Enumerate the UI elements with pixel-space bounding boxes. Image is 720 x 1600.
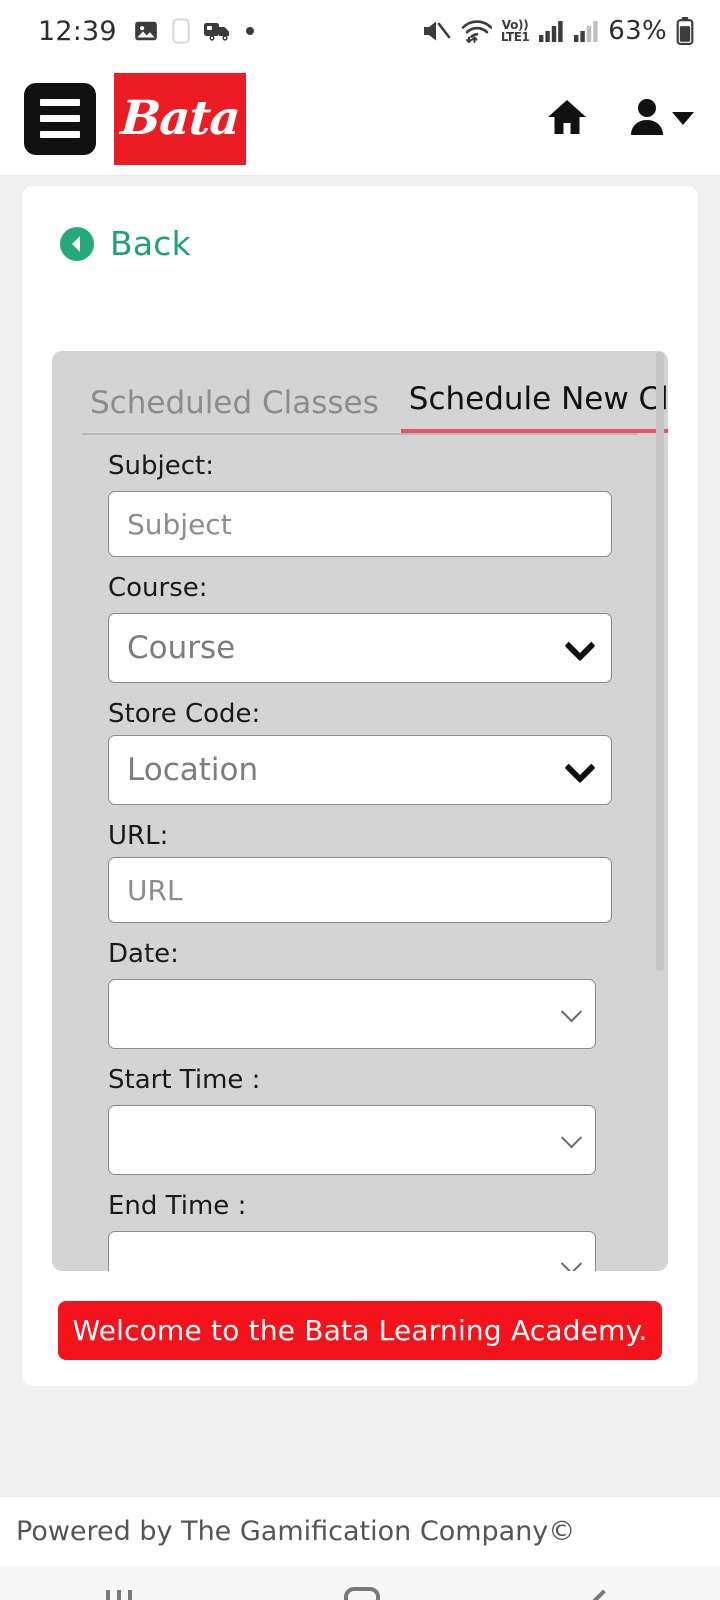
- field-end-time: End Time :: [82, 1191, 638, 1271]
- page-footer: Powered by The Gamification Company©: [0, 1496, 720, 1566]
- status-bar: 12:39 Vo)) LTE1 63%: [0, 0, 720, 62]
- battery-percent-label: 63%: [608, 16, 667, 46]
- volte-bottom-label: LTE1: [500, 30, 530, 44]
- course-label: Course:: [108, 573, 208, 603]
- course-placeholder: Course: [127, 630, 236, 666]
- url-input[interactable]: URL: [108, 857, 612, 923]
- volte-icon: Vo)) LTE1: [500, 19, 530, 44]
- subject-label: Subject:: [108, 451, 214, 481]
- app-header: Bata: [0, 62, 720, 176]
- field-url: URL: URL: [82, 821, 638, 923]
- panel-scrollbar-thumb[interactable]: [656, 351, 664, 971]
- end-time-label: End Time :: [108, 1191, 247, 1221]
- home-icon[interactable]: [546, 97, 588, 141]
- sim-icon: [172, 18, 190, 44]
- welcome-banner-text: Welcome to the Bata Learning Academy.: [72, 1314, 648, 1347]
- home-nav-icon[interactable]: [344, 1587, 380, 1600]
- tab-bar: Scheduled Classes Schedule New Class: [82, 381, 668, 435]
- start-time-label: Start Time :: [108, 1065, 261, 1095]
- signal-icon-2: [573, 19, 599, 43]
- tab-scheduled-classes[interactable]: Scheduled Classes: [82, 385, 387, 433]
- wifi-icon: [460, 18, 492, 44]
- subject-input[interactable]: Subject: [108, 491, 612, 557]
- start-time-select[interactable]: [108, 1105, 596, 1175]
- user-avatar-icon: [630, 97, 664, 141]
- schedule-form-panel-wrapper: Scheduled Classes Schedule New Class Sub…: [40, 351, 680, 1271]
- url-placeholder: URL: [127, 873, 183, 907]
- page-body: Back Scheduled Classes Schedule New Clas…: [0, 176, 720, 1496]
- footer-text: Powered by The Gamification Company©: [16, 1516, 576, 1547]
- bata-logo-text: Bata: [118, 91, 242, 146]
- end-time-select[interactable]: [108, 1231, 596, 1271]
- caret-down-icon: [672, 112, 694, 125]
- battery-icon: [676, 17, 694, 45]
- field-subject: Subject: Subject: [82, 451, 638, 557]
- store-code-select[interactable]: Location: [108, 735, 612, 805]
- chevron-down-icon: [560, 1127, 583, 1149]
- panel-scrollbar[interactable]: [656, 351, 664, 1271]
- store-code-label: Store Code:: [108, 699, 261, 729]
- course-select[interactable]: Course: [108, 613, 612, 683]
- back-button-label: Back: [110, 224, 191, 263]
- back-arrow-circle-icon: [60, 226, 94, 261]
- delivery-truck-icon: [203, 19, 233, 43]
- store-code-placeholder: Location: [127, 752, 259, 788]
- url-label: URL:: [108, 821, 169, 851]
- status-bar-system-icons: Vo)) LTE1 63%: [421, 16, 694, 46]
- back-button[interactable]: Back: [40, 210, 680, 263]
- chevron-down-icon: [560, 1001, 583, 1023]
- field-course: Course: Course: [82, 573, 638, 683]
- status-bar-notification-icons: [133, 18, 254, 44]
- chevron-down-icon: [564, 752, 596, 784]
- signal-icon-1: [538, 19, 564, 43]
- back-nav-icon[interactable]: [587, 1589, 619, 1600]
- date-label: Date:: [108, 939, 179, 969]
- android-navigation-bar: [0, 1566, 720, 1600]
- hamburger-menu-icon[interactable]: [24, 82, 96, 155]
- status-bar-clock: 12:39: [38, 15, 117, 47]
- content-card: Back Scheduled Classes Schedule New Clas…: [22, 186, 698, 1386]
- recents-icon[interactable]: [106, 1590, 132, 1600]
- image-icon: [133, 18, 159, 44]
- dot-icon: [245, 27, 254, 35]
- date-select[interactable]: [108, 979, 596, 1049]
- schedule-form-panel: Scheduled Classes Schedule New Class Sub…: [52, 351, 668, 1271]
- bata-logo[interactable]: Bata: [114, 72, 246, 165]
- chevron-down-icon: [560, 1253, 583, 1271]
- subject-placeholder: Subject: [127, 507, 232, 541]
- field-date: Date:: [82, 939, 638, 1049]
- field-store-code: Store Code: Location: [82, 699, 638, 805]
- tab-schedule-new-class[interactable]: Schedule New Class: [400, 381, 668, 433]
- mute-icon: [421, 18, 451, 44]
- user-menu[interactable]: [630, 97, 694, 141]
- header-actions: [546, 97, 694, 141]
- field-start-time: Start Time :: [82, 1065, 638, 1175]
- chevron-down-icon: [564, 630, 596, 662]
- welcome-banner: Welcome to the Bata Learning Academy.: [58, 1301, 662, 1360]
